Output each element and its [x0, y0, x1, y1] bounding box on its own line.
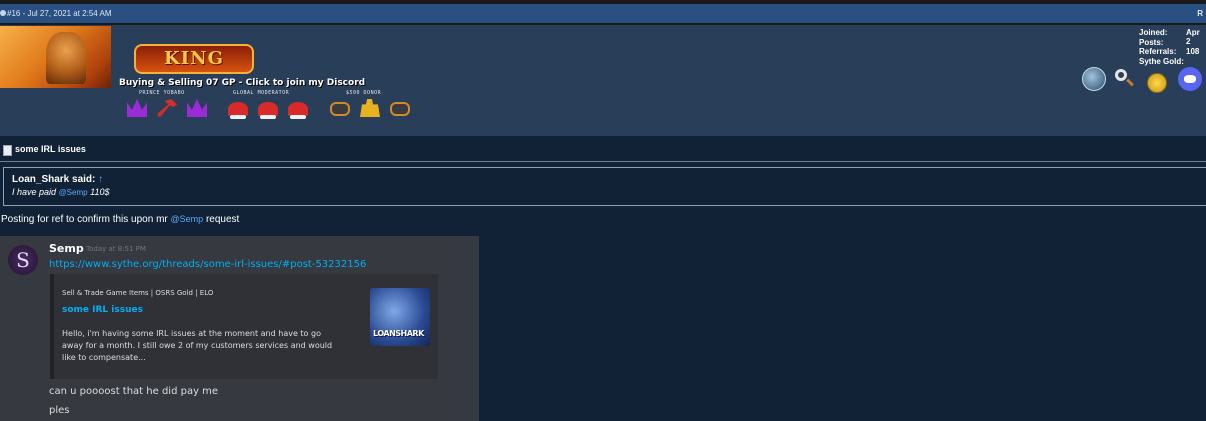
post-body-suffix: request [205, 214, 240, 225]
discord-screenshot-image: S Semp Today at 8:51 PM https://www.syth… [0, 236, 479, 421]
embed-description: Hello, i'm having some IRL issues at the… [62, 328, 362, 364]
party-hat-icon [258, 102, 278, 119]
quote-text-suffix: 110$ [90, 187, 110, 197]
discord-username: Semp [49, 242, 84, 255]
embed-description-line: away for a month. I still owe 2 of my cu… [62, 341, 333, 350]
embed-description-line: like to compensate... [62, 353, 146, 362]
rank-label-donor: $500 DONOR [346, 90, 382, 96]
post-body-mention-link[interactable]: @Semp [171, 214, 204, 224]
party-hat-icon [228, 102, 248, 119]
user-title-link[interactable]: Buying & Selling 07 GP - Click to join m… [119, 78, 365, 88]
quote-author: Loan_Shark said: ↑ [12, 174, 103, 185]
thread-title-row: some IRL issues [0, 141, 1206, 162]
discord-message: can u poooost that he did pay me [49, 386, 219, 397]
post-status-icon [0, 10, 6, 16]
discord-icon[interactable] [1178, 67, 1202, 91]
referrals-value[interactable]: 108 [1186, 47, 1199, 56]
embed-description-line: Hello, i'm having some IRL issues at the… [62, 329, 321, 338]
party-hat-icon [288, 102, 308, 119]
quote-mention-link[interactable]: @Semp [59, 188, 88, 197]
discord-message: ples [49, 405, 70, 416]
post-header-right-label[interactable]: R [1197, 4, 1203, 23]
thread-title[interactable]: some IRL issues [15, 144, 86, 154]
embed-title: some IRL issues [62, 305, 143, 315]
document-icon [3, 145, 12, 156]
quote-block: Loan_Shark said: ↑ I have paid @Semp 110… [3, 167, 1206, 206]
search-icon[interactable] [1113, 67, 1135, 89]
rank-label-prince: PRINCE YOBABO [139, 90, 185, 96]
referrals-label: Referrals: [1139, 47, 1177, 56]
lion-artwork [46, 32, 86, 84]
medal-icon[interactable] [1147, 73, 1167, 93]
post-header-bar: #16 - Jul 27, 2021 at 2:54 AM R [0, 0, 1206, 25]
joined-value: Apr 2 [1186, 28, 1200, 46]
discord-timestamp: Today at 8:51 PM [86, 245, 146, 253]
controller-icon [330, 102, 350, 116]
bomb-icon[interactable] [1082, 67, 1106, 91]
post-body-text: Posting for ref to confirm this upon mr … [1, 214, 239, 225]
quote-text: I have paid @Semp 110$ [12, 187, 109, 197]
rank-label-moderator: GLOBAL MODERATOR [233, 90, 290, 96]
sythe-gold-label: Sythe Gold: [1139, 56, 1184, 66]
discord-link-embed: Sell & Trade Game Items | OSRS Gold | EL… [50, 274, 438, 379]
king-logo-image: KING [134, 44, 254, 74]
posts-label: Posts: [1139, 37, 1164, 47]
user-stats: Joined: Posts: Referrals: Sythe Gold: [1139, 28, 1184, 66]
loanshark-thumbnail-image: LOANSHARK [370, 288, 430, 346]
joined-label: Joined: [1139, 28, 1168, 37]
embed-site-name: Sell & Trade Game Items | OSRS Gold | EL… [62, 289, 214, 297]
controller-icon [390, 102, 410, 116]
discord-thread-link: https://www.sythe.org/threads/some-irl-i… [49, 259, 367, 270]
post-number-date[interactable]: #16 - Jul 27, 2021 at 2:54 AM [7, 4, 112, 23]
quote-author-name: Loan_Shark said: [12, 174, 96, 185]
thumbnail-logo-text: LOANSHARK [373, 329, 424, 338]
post-body-prefix: Posting for ref to confirm this upon mr [1, 214, 168, 225]
quote-jump-arrow-icon[interactable]: ↑ [98, 174, 103, 185]
user-banner-image [0, 26, 111, 88]
discord-avatar: S [8, 245, 38, 275]
quote-text-prefix: I have paid [12, 187, 57, 197]
